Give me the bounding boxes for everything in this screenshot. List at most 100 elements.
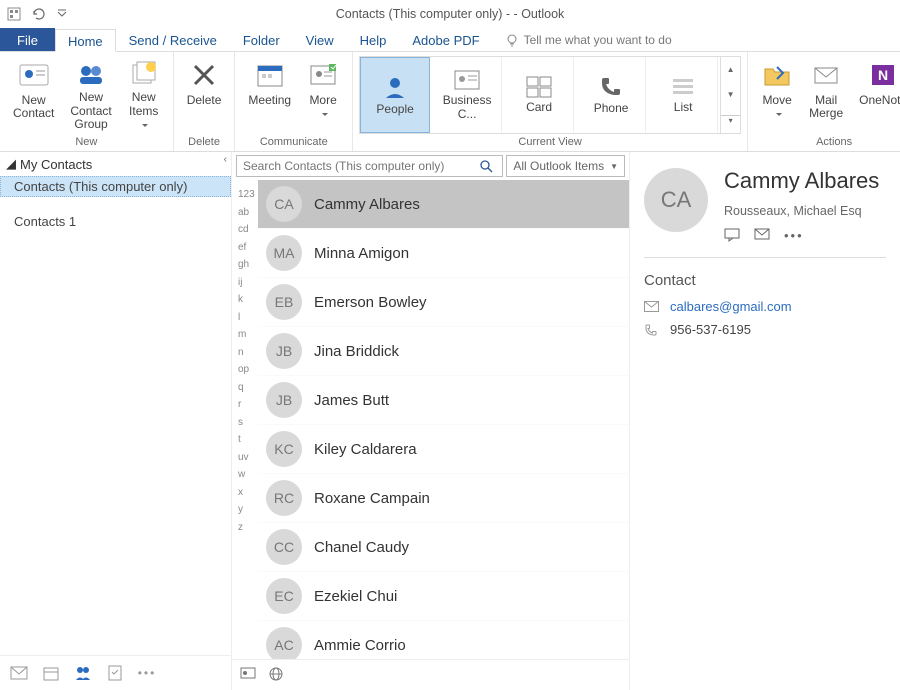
meeting-button[interactable]: Meeting: [241, 56, 298, 134]
delete-button[interactable]: Delete: [180, 56, 229, 134]
more-button[interactable]: More: [300, 56, 346, 134]
collapse-icon[interactable]: ‹: [224, 154, 227, 165]
contact-row[interactable]: MAMinna Amigon: [258, 229, 629, 278]
az-z[interactable]: z: [232, 519, 258, 537]
mail-merge-button[interactable]: Mail Merge: [802, 56, 850, 134]
az-m[interactable]: m: [232, 326, 258, 344]
more-contact-icon: [307, 59, 339, 91]
business-card-icon: [454, 69, 480, 91]
az-y[interactable]: y: [232, 501, 258, 519]
az-uv[interactable]: uv: [232, 449, 258, 467]
contact-card-icon: [18, 59, 50, 91]
view-people-label: People: [376, 103, 413, 116]
az-gh[interactable]: gh: [232, 256, 258, 274]
sidebar-item-contacts-1[interactable]: Contacts 1: [0, 211, 231, 232]
az-t[interactable]: t: [232, 431, 258, 449]
az-ef[interactable]: ef: [232, 239, 258, 257]
az-n[interactable]: n: [232, 344, 258, 362]
az-ab[interactable]: ab: [232, 204, 258, 222]
ribbon: New Contact New Contact Group New Items …: [0, 52, 900, 152]
contact-name-label: Ammie Corrio: [314, 637, 406, 654]
tab-view[interactable]: View: [293, 28, 347, 51]
people-nav-icon[interactable]: [74, 664, 92, 682]
phone-small-icon: [644, 323, 660, 337]
az-w[interactable]: w: [232, 466, 258, 484]
view-list[interactable]: List: [648, 57, 718, 133]
contact-header: CA Cammy Albares Rousseaux, Michael Esq …: [644, 160, 886, 258]
tab-folder[interactable]: Folder: [230, 28, 293, 51]
calendar-nav-icon[interactable]: [42, 664, 60, 682]
contact-name-label: Emerson Bowley: [314, 294, 427, 311]
mail-nav-icon[interactable]: [10, 664, 28, 682]
search-box[interactable]: [236, 155, 503, 177]
search-row: All Outlook Items▼: [232, 152, 629, 180]
az-s[interactable]: s: [232, 414, 258, 432]
tab-send-receive[interactable]: Send / Receive: [116, 28, 230, 51]
contact-row[interactable]: JBJames Butt: [258, 376, 629, 425]
onenote-button[interactable]: N OneNote: [852, 56, 900, 134]
ribbon-group-new-label: New: [6, 134, 167, 150]
sidebar-item-contacts-this-computer[interactable]: Contacts (This computer only): [0, 176, 231, 197]
contact-row[interactable]: JB Jina Briddick: [258, 327, 629, 376]
az-k[interactable]: k: [232, 291, 258, 309]
az-q[interactable]: q: [232, 379, 258, 397]
email-link[interactable]: calbares@gmail.com: [670, 299, 792, 314]
chat-icon[interactable]: [724, 228, 740, 243]
new-items-icon: [128, 59, 160, 88]
tab-help[interactable]: Help: [347, 28, 400, 51]
tab-home[interactable]: Home: [55, 29, 116, 52]
view-card-label: Card: [526, 101, 552, 114]
qat-app-icon[interactable]: [4, 4, 24, 24]
card-view-icon[interactable]: [240, 666, 258, 684]
globe-icon[interactable]: [268, 666, 286, 684]
az-123[interactable]: 123: [232, 186, 258, 204]
workspace: ‹ ◢ My Contacts Contacts (This computer …: [0, 152, 900, 690]
contact-avatar-sm: JB: [266, 333, 302, 369]
contact-name-label: Jina Briddick: [314, 343, 399, 360]
view-card[interactable]: Card: [504, 57, 574, 133]
view-phone-label: Phone: [594, 102, 629, 115]
az-ij[interactable]: ij: [232, 274, 258, 292]
az-cd[interactable]: cd: [232, 221, 258, 239]
contact-row[interactable]: KCKiley Caldarera: [258, 425, 629, 474]
new-contact-button[interactable]: New Contact: [6, 56, 61, 134]
contact-avatar-sm: CC: [266, 529, 302, 565]
tasks-nav-icon[interactable]: [106, 664, 124, 682]
tab-adobe-pdf[interactable]: Adobe PDF: [399, 28, 492, 51]
view-business-card[interactable]: Business C...: [432, 57, 502, 133]
filter-dropdown[interactable]: All Outlook Items▼: [506, 155, 625, 177]
contact-row[interactable]: CCChanel Caudy: [258, 523, 629, 572]
ribbon-group-new: New Contact New Contact Group New Items …: [0, 52, 174, 151]
contacts-scroll[interactable]: CACammy AlbaresMAMinna AmigonEBEmerson B…: [258, 180, 629, 659]
view-phone[interactable]: Phone: [576, 57, 646, 133]
email-icon[interactable]: [754, 228, 770, 243]
contact-row[interactable]: ECEzekiel Chui: [258, 572, 629, 621]
az-x[interactable]: x: [232, 484, 258, 502]
view-people[interactable]: People: [360, 57, 430, 133]
qat-customize-icon[interactable]: [52, 4, 72, 24]
contact-section-title: Contact: [644, 272, 886, 289]
search-input[interactable]: [237, 159, 480, 173]
undo-icon[interactable]: [28, 4, 48, 24]
more-nav-icon[interactable]: •••: [138, 664, 156, 682]
tell-me[interactable]: Tell me what you want to do: [505, 28, 672, 51]
move-button[interactable]: Move: [754, 56, 800, 134]
new-contact-group-button[interactable]: New Contact Group: [63, 56, 118, 134]
contact-row[interactable]: EBEmerson Bowley: [258, 278, 629, 327]
az-r[interactable]: r: [232, 396, 258, 414]
contact-avatar-sm: EC: [266, 578, 302, 614]
new-items-button[interactable]: New Items: [121, 56, 167, 134]
search-icon[interactable]: [480, 160, 502, 173]
delete-label: Delete: [187, 94, 222, 107]
my-contacts-header[interactable]: ◢ My Contacts: [0, 152, 231, 176]
az-op[interactable]: op: [232, 361, 258, 379]
contact-row[interactable]: ACAmmie Corrio: [258, 621, 629, 659]
lightbulb-icon: [505, 33, 519, 47]
tab-file[interactable]: File: [0, 28, 55, 51]
mail-merge-icon: [810, 59, 842, 91]
more-actions-icon[interactable]: •••: [784, 228, 804, 243]
contact-row[interactable]: RCRoxane Campain: [258, 474, 629, 523]
view-gallery-more[interactable]: ▲▼▾: [720, 57, 740, 133]
az-l[interactable]: l: [232, 309, 258, 327]
contact-row[interactable]: CACammy Albares: [258, 180, 629, 229]
